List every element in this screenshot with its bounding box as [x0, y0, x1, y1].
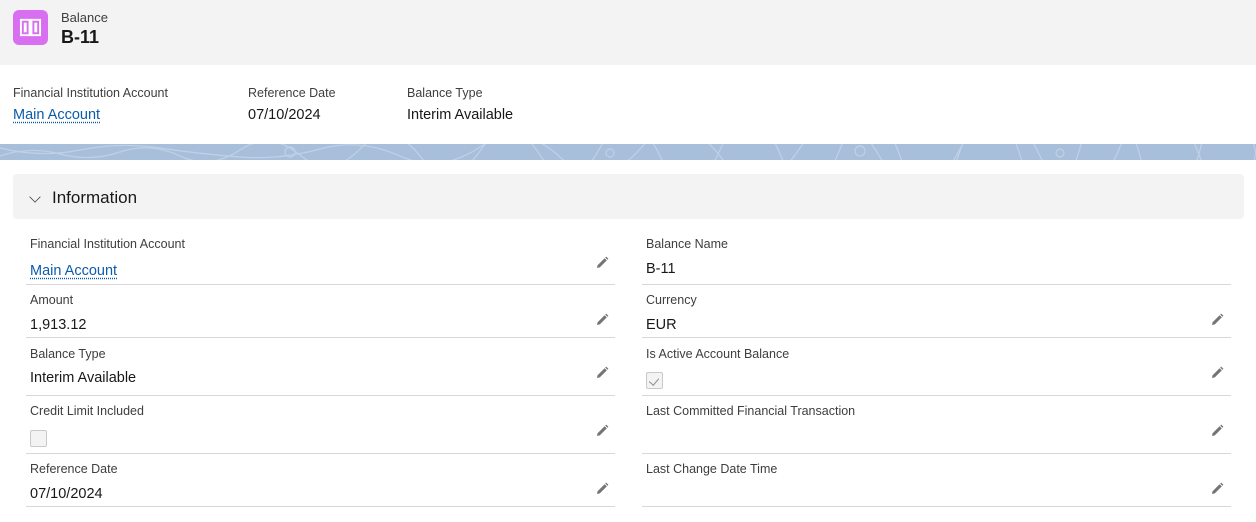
field-balance-type: Balance Type Interim Available — [26, 344, 615, 396]
financial-institution-account-link[interactable]: Main Account — [30, 262, 117, 280]
highlight-reference-date: Reference Date 07/10/2024 — [248, 85, 336, 124]
edit-pencil-icon[interactable] — [595, 366, 609, 380]
highlight-label: Financial Institution Account — [13, 86, 168, 100]
field-reference-date: Reference Date 07/10/2024 — [26, 459, 615, 507]
field-credit-limit-included: Credit Limit Included — [26, 401, 615, 454]
edit-pencil-icon[interactable] — [1210, 313, 1224, 327]
field-is-active-account-balance: Is Active Account Balance — [642, 344, 1231, 396]
credit-limit-checkbox[interactable] — [30, 430, 47, 447]
field-label: Reference Date — [30, 462, 118, 476]
record-title: B-11 — [61, 27, 100, 47]
field-financial-institution-account: Financial Institution Account Main Accou… — [26, 234, 615, 285]
field-value: EUR — [646, 317, 677, 333]
edit-pencil-icon[interactable] — [1210, 424, 1224, 438]
object-type-label: Balance — [61, 10, 108, 25]
field-value: Interim Available — [30, 370, 137, 386]
edit-pencil-icon[interactable] — [595, 482, 609, 496]
field-label: Last Committed Financial Transaction — [646, 404, 856, 418]
field-currency: Currency EUR — [642, 290, 1231, 338]
highlight-value: 07/10/2024 — [248, 107, 321, 123]
section-title: Information — [52, 188, 138, 207]
highlight-value: Interim Available — [407, 107, 514, 123]
field-value: 1,913.12 — [30, 317, 87, 333]
field-value: B-11 — [646, 261, 676, 277]
field-label: Amount — [30, 293, 74, 307]
book-icon — [13, 10, 48, 45]
highlight-balance-type: Balance Type Interim Available — [407, 85, 513, 124]
field-label: Balance Type — [30, 347, 106, 361]
field-label: Currency — [646, 293, 697, 307]
chevron-down-icon[interactable] — [29, 191, 41, 203]
field-label: Financial Institution Account — [30, 237, 185, 251]
field-label: Credit Limit Included — [30, 404, 144, 418]
field-last-change-date-time: Last Change Date Time — [642, 459, 1231, 507]
field-value: 07/10/2024 — [30, 486, 103, 502]
decorative-banner — [0, 144, 1256, 160]
field-amount: Amount 1,913.12 — [26, 290, 615, 338]
is-active-checkbox[interactable] — [646, 372, 663, 389]
record-header: Balance B-11 — [0, 0, 1256, 65]
field-label: Last Change Date Time — [646, 462, 778, 476]
main-account-link[interactable]: Main Account — [13, 106, 168, 124]
edit-pencil-icon[interactable] — [1210, 482, 1224, 496]
field-last-committed-financial-transaction: Last Committed Financial Transaction — [642, 401, 1231, 454]
edit-pencil-icon[interactable] — [1210, 366, 1224, 380]
highlight-label: Balance Type — [407, 86, 483, 100]
edit-pencil-icon[interactable] — [595, 313, 609, 327]
edit-pencil-icon[interactable] — [595, 424, 609, 438]
highlight-label: Reference Date — [248, 86, 336, 100]
edit-pencil-icon[interactable] — [595, 256, 609, 270]
highlight-financial-institution-account: Financial Institution Account Main Accou… — [13, 85, 168, 124]
section-information-header[interactable]: Information — [13, 174, 1244, 219]
field-balance-name: Balance Name B-11 — [642, 234, 1231, 285]
field-label: Balance Name — [646, 237, 728, 251]
checkmark-icon — [648, 375, 660, 386]
field-label: Is Active Account Balance — [646, 347, 790, 361]
